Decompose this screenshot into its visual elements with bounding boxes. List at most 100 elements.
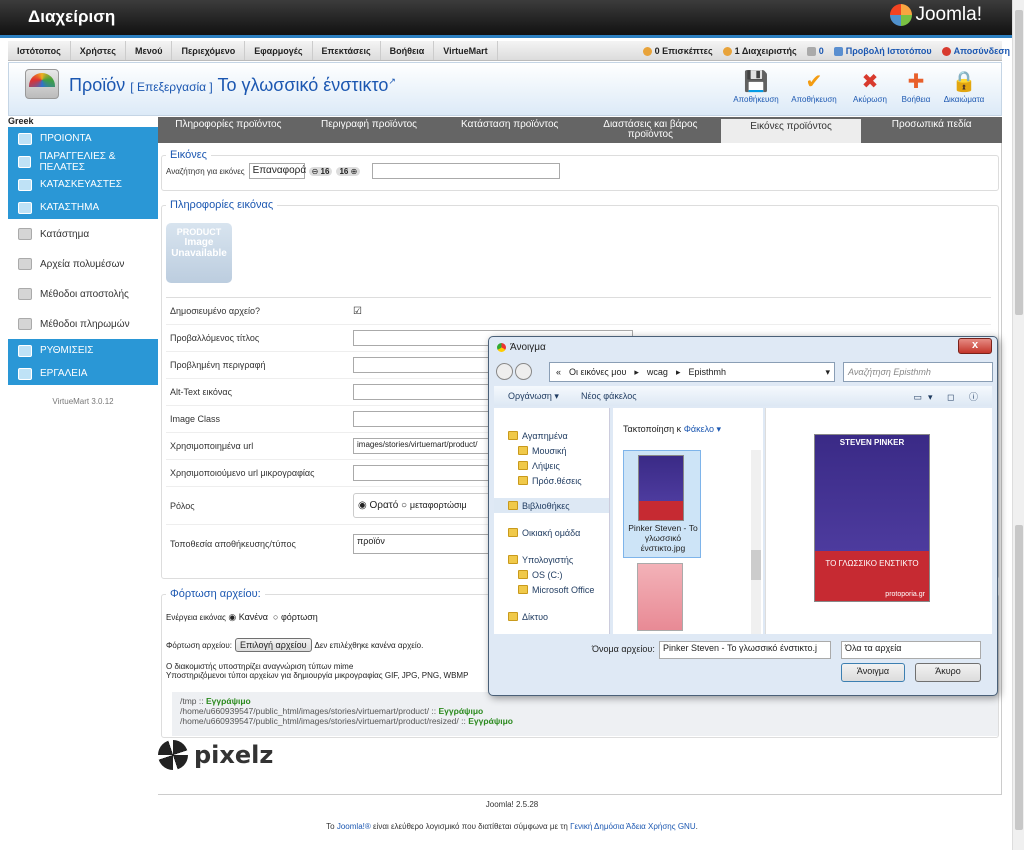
nav-item[interactable]: Λήψεις — [494, 458, 609, 473]
location-select[interactable]: προϊόν — [353, 533, 493, 554]
published-checkbox[interactable]: ☑ — [353, 306, 362, 317]
menu-item[interactable]: Εφαρμογές — [245, 41, 313, 60]
tab-3[interactable]: Διαστάσεις και βάρος προϊόντος — [580, 117, 721, 143]
nav-item[interactable]: Αγαπημένα — [494, 428, 609, 443]
nav-item-label: Δίκτυο — [522, 611, 548, 622]
path-status: /home/u660939547/public_html/images/stor… — [180, 716, 513, 726]
dialog-search-input[interactable]: Αναζήτηση Episthmh — [843, 362, 993, 382]
tab-5[interactable]: Προσωπικά πεδία — [861, 117, 1002, 143]
sort-dropdown[interactable]: Φάκελο ▾ — [684, 424, 721, 434]
floppy-button[interactable]: 💾 Αποθήκευση — [731, 69, 781, 105]
sidebar-item[interactable]: Κατάστημα — [8, 219, 158, 249]
visitors-status[interactable]: 0 Επισκέπτες — [642, 46, 713, 56]
nav-item[interactable]: Βιβλιοθήκες — [494, 498, 609, 513]
menu-item[interactable]: Μενού — [126, 41, 173, 60]
menu-item[interactable]: Βοήθεια — [381, 41, 435, 60]
open-button[interactable]: Άνοιγμα — [841, 663, 905, 682]
nav-item[interactable]: Υπολογιστής — [494, 552, 609, 567]
nav-item-label: Πρόσ.θέσεις — [532, 475, 582, 486]
music-icon — [518, 446, 528, 455]
filename-input[interactable]: Pinker Steven - Το γλωσσικό ένστικτο.j — [659, 641, 831, 659]
new-folder-button[interactable]: Νέος φάκελος — [581, 391, 637, 401]
file-list-scrollbar[interactable] — [751, 450, 761, 634]
choose-file-button[interactable]: Επιλογή αρχείου — [234, 638, 312, 652]
sidebar-item[interactable]: Μέθοδοι πληρωμών — [8, 309, 158, 339]
image-filter-input[interactable] — [372, 163, 561, 179]
page-toolbar: Προϊόν [ Επεξεργασία ] Το γλωσσικό ένστι… — [8, 62, 1002, 116]
file-item-selected[interactable]: Pinker Steven - Το γλωσσικό ένστικτο.jpg — [623, 450, 701, 558]
lifebuoy-button[interactable]: ✚ Βοήθεια — [891, 69, 941, 105]
prev-page-button[interactable]: ⊖ 16 — [308, 166, 333, 176]
sidebar-item[interactable]: ΚΑΤΑΣΚΕΥΑΣΤΕΣ — [8, 173, 158, 196]
sidebar-item-icon — [18, 155, 32, 168]
dialog-close-button[interactable]: x — [958, 338, 992, 354]
menu-item[interactable]: Περιεχόμενο — [172, 41, 246, 60]
admins-status[interactable]: 1 Διαχειριστής — [722, 46, 797, 56]
sidebar-item[interactable]: ΡΥΘΜΙΣΕΙΣ — [8, 339, 158, 362]
sidebar-item[interactable]: ΕΡΓΑΛΕΙΑ — [8, 362, 158, 385]
tab-2[interactable]: Κατάσταση προϊόντος — [439, 117, 580, 143]
joomla-link[interactable]: Joomla!® — [337, 822, 371, 831]
gpl-link[interactable]: Γενική Δημόσια Άδεια Χρήσης GNU — [570, 822, 696, 831]
action-none-radio[interactable]: ◉ Κανένα — [228, 612, 268, 622]
nav-item-label: Βιβλιοθήκες — [522, 500, 570, 511]
nav-item[interactable]: Οικιακή ομάδα — [494, 525, 609, 540]
sidebar-item-label: ΠΡΟΙΟΝΤΑ — [40, 133, 92, 144]
path-status-box: /tmp :: Εγγράψιμο/home/u660939547/public… — [172, 692, 998, 736]
organize-button[interactable]: Οργάνωση ▾ — [508, 391, 559, 402]
drive-icon — [518, 570, 528, 579]
action-upload-radio[interactable]: ○ φόρτωση — [273, 612, 318, 622]
folder-icon — [518, 461, 528, 470]
path-status: /tmp :: Εγγράψιμο — [180, 696, 251, 706]
messages-status[interactable]: 0 — [806, 46, 824, 56]
nav-item[interactable]: OS (C:) — [494, 567, 609, 582]
product-icon — [25, 69, 59, 99]
sidebar-item[interactable]: Μέθοδοι αποστολής — [8, 279, 158, 309]
sidebar-item[interactable]: ΠΡΟΙΟΝΤΑ — [8, 127, 158, 150]
nav-item[interactable]: Μουσική — [494, 443, 609, 458]
sidebar-item[interactable]: ΚΑΤΑΣΤΗΜΑ — [8, 196, 158, 219]
tab-0[interactable]: Πληροφορίες προϊόντος — [158, 117, 299, 143]
menu-item[interactable]: VirtueMart — [434, 41, 498, 60]
filetype-select[interactable]: Όλα τα αρχεία — [841, 641, 981, 659]
back-button[interactable] — [496, 363, 513, 380]
library-icon — [508, 501, 518, 510]
address-bar[interactable]: «Οι εικόνες μου ▸ wcag ▸ Episthmh ▾ — [549, 362, 835, 382]
sidebar-item-icon — [18, 318, 32, 330]
image-search-label: Αναζήτηση για εικόνες — [166, 166, 245, 176]
cancel-dialog-button[interactable]: Άκυρο — [915, 663, 981, 682]
view-site-link[interactable]: Προβολή Ιστοτόπου — [833, 46, 932, 56]
sidebar-item-label: Μέθοδοι πληρωμών — [40, 318, 130, 330]
tab-1[interactable]: Περιγραφή προϊόντος — [299, 117, 440, 143]
sidebar-item-icon — [18, 132, 32, 145]
lifebuoy-icon: ✚ — [907, 70, 925, 93]
nav-item[interactable]: Δίκτυο — [494, 609, 609, 624]
file-item-second[interactable] — [637, 563, 683, 631]
page-scrollbar[interactable] — [1012, 0, 1024, 850]
forward-button[interactable] — [515, 363, 532, 380]
role-radio-group[interactable]: ◉ Ορατό ○ μεταφορτώσιμ — [353, 493, 493, 518]
check-button[interactable]: ✔ Αποθήκευση — [789, 69, 839, 105]
logout-link[interactable]: Αποσύνδεση — [941, 46, 1010, 56]
file-thumbnail — [638, 455, 684, 521]
language-select[interactable]: Greek — [8, 116, 158, 126]
nav-item-label: OS (C:) — [532, 569, 563, 580]
nav-item[interactable]: Microsoft Office — [494, 582, 609, 597]
view-options[interactable]: ▭▾ ◻ ⓘ — [914, 390, 993, 403]
menu-item[interactable]: Ιστότοπος — [8, 41, 71, 60]
dialog-preview-pane: STEVEN PINKER ΤΟ ΓΛΩΣΣΙΚΟ ΕΝΣΤΙΚΤΟ proto… — [765, 408, 992, 634]
next-page-button[interactable]: 16 ⊕ — [336, 166, 361, 176]
sidebar-item[interactable]: ΠΑΡΑΓΓΕΛΙΕΣ & ΠΕΛΑΤΕΣ — [8, 150, 158, 173]
image-search-input[interactable]: Επαναφορά — [248, 163, 306, 179]
monitor-icon — [833, 46, 843, 56]
sidebar-item[interactable]: Αρχεία πολυμέσων — [8, 249, 158, 279]
nav-item-label: Οικιακή ομάδα — [522, 527, 581, 538]
nav-item-label: Μουσική — [532, 445, 567, 456]
tab-4[interactable]: Εικόνες προϊόντος — [720, 119, 862, 143]
cancel-button[interactable]: ✖ Ακύρωση — [845, 69, 895, 105]
menu-item[interactable]: Χρήστες — [71, 41, 126, 60]
lock-icon: 🔒 — [951, 70, 977, 93]
nav-item[interactable]: Πρόσ.θέσεις — [494, 473, 609, 488]
lock-button[interactable]: 🔒 Δικαιώματα — [939, 69, 989, 105]
menu-item[interactable]: Επεκτάσεις — [313, 41, 381, 60]
